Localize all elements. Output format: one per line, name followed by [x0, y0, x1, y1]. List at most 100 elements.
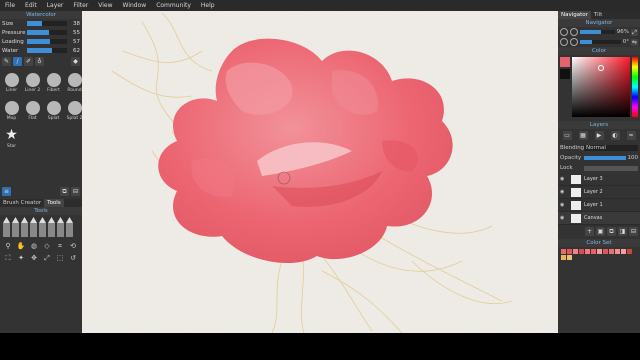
- color-swatch[interactable]: [579, 249, 584, 254]
- tab-tilt[interactable]: Tilt: [591, 11, 605, 19]
- pencil-tool-6[interactable]: [48, 217, 55, 237]
- eye-icon[interactable]: ◉: [560, 202, 568, 208]
- layer-collapse-icon[interactable]: ⊟: [629, 227, 638, 236]
- layer-mask-icon[interactable]: ◨: [618, 227, 627, 236]
- smudge-tool-icon[interactable]: ✋: [15, 241, 27, 252]
- saturation-value-square[interactable]: [572, 57, 630, 117]
- brush-preset-flat[interactable]: Flat: [23, 99, 42, 125]
- dropper-tool-icon[interactable]: ⚲: [2, 241, 14, 252]
- menu-edit[interactable]: Edit: [20, 2, 42, 9]
- layer-style-icon[interactable]: ▣: [596, 227, 605, 236]
- hue-slider[interactable]: [632, 57, 638, 117]
- rotate-right-icon[interactable]: [570, 38, 578, 46]
- color-picker-handle[interactable]: [598, 65, 604, 71]
- brush-settings-icon[interactable]: ≡: [2, 187, 11, 196]
- undo-tool-icon[interactable]: ↺: [67, 253, 79, 264]
- layer-effect-icon[interactable]: ◐: [610, 131, 620, 140]
- color-swatch[interactable]: [591, 249, 596, 254]
- collapse-icon[interactable]: ⊟: [71, 187, 80, 196]
- crop-tool-icon[interactable]: ⌗: [54, 241, 66, 252]
- pencil-tool-1[interactable]: [3, 217, 10, 237]
- menu-filter[interactable]: Filter: [68, 2, 93, 9]
- pencil-tool-4[interactable]: [30, 217, 37, 237]
- param-slider[interactable]: [27, 39, 67, 44]
- duplicate-icon[interactable]: ⧉: [60, 187, 69, 196]
- layer-play-icon[interactable]: ▶: [594, 131, 604, 140]
- blending-select[interactable]: Normal: [584, 145, 638, 151]
- brush-preset-fibert[interactable]: Fibert: [44, 71, 63, 97]
- brush-preset-star[interactable]: ★ Star: [2, 127, 21, 153]
- layer-row[interactable]: ◉ Layer 1: [558, 199, 640, 212]
- brush-preset-splat[interactable]: Splat: [44, 99, 63, 125]
- color-swatch[interactable]: [609, 249, 614, 254]
- dropper-icon[interactable]: ♁: [35, 57, 44, 66]
- rotate-tool-icon[interactable]: ⟲: [67, 241, 79, 252]
- flip-icon[interactable]: ⇋: [631, 38, 638, 46]
- layer-folder-icon[interactable]: ▦: [578, 131, 588, 140]
- fill-tool-icon[interactable]: ⛶: [2, 253, 14, 264]
- blur-tool-icon[interactable]: ◍: [28, 241, 40, 252]
- layer-row[interactable]: ◉ Canvas: [558, 212, 640, 225]
- zoom-out-icon[interactable]: [560, 28, 568, 36]
- menu-view[interactable]: View: [93, 2, 117, 9]
- menu-help[interactable]: Help: [196, 2, 220, 9]
- color-swatch[interactable]: [615, 249, 620, 254]
- color-swatch[interactable]: [567, 249, 572, 254]
- color-swatch[interactable]: [603, 249, 608, 254]
- pattern-tool-icon[interactable]: ◇: [41, 241, 53, 252]
- color-swatch[interactable]: [621, 249, 626, 254]
- color-swatch[interactable]: [573, 249, 578, 254]
- opacity-slider[interactable]: [584, 156, 626, 160]
- param-slider[interactable]: [27, 48, 67, 53]
- add-layer-icon[interactable]: +: [585, 227, 594, 236]
- layer-row[interactable]: ◉ Layer 3: [558, 173, 640, 186]
- new-layer-icon[interactable]: ▭: [562, 131, 572, 140]
- drawing-canvas[interactable]: [82, 11, 558, 333]
- pencil-tool-8[interactable]: [66, 217, 73, 237]
- menu-layer[interactable]: Layer: [42, 2, 69, 9]
- eraser-icon[interactable]: ◆: [71, 57, 80, 66]
- brush-icon[interactable]: /: [13, 57, 22, 66]
- rotate-left-icon[interactable]: [560, 38, 568, 46]
- pencil-tool-2[interactable]: [12, 217, 19, 237]
- param-slider[interactable]: [27, 30, 67, 35]
- menu-window[interactable]: Window: [118, 2, 152, 9]
- color-swatch[interactable]: [585, 249, 590, 254]
- eye-icon[interactable]: ◉: [560, 215, 568, 221]
- fit-icon[interactable]: ⤢: [631, 28, 638, 36]
- color-swatch[interactable]: [567, 255, 572, 260]
- eye-icon[interactable]: ◉: [560, 189, 568, 195]
- pencil-tool-7[interactable]: [57, 217, 64, 237]
- move-tool-icon[interactable]: ✥: [28, 253, 40, 264]
- menu-community[interactable]: Community: [151, 2, 196, 9]
- zoom-slider[interactable]: [580, 30, 615, 34]
- color-swatch[interactable]: [561, 255, 566, 260]
- pencil-tool-3[interactable]: [21, 217, 28, 237]
- tab-navigator[interactable]: Navigator: [558, 11, 591, 19]
- color-swatch[interactable]: [561, 249, 566, 254]
- transform-tool-icon[interactable]: ⤢: [41, 253, 53, 264]
- color-swatch[interactable]: [627, 249, 632, 254]
- primary-color-swatch[interactable]: [560, 57, 570, 67]
- brush-preset-liner-2[interactable]: Liner 2: [23, 71, 42, 97]
- tab-brush-creator[interactable]: Brush Creator: [0, 199, 44, 207]
- zoom-in-icon[interactable]: [570, 28, 578, 36]
- brush-preset-liner[interactable]: Liner: [2, 71, 21, 97]
- eye-icon[interactable]: ◉: [560, 176, 568, 182]
- wand-tool-icon[interactable]: ✦: [15, 253, 27, 264]
- lock-options[interactable]: [584, 165, 638, 171]
- pencil-tool-5[interactable]: [39, 217, 46, 237]
- rotate-slider[interactable]: [580, 40, 621, 44]
- menu-file[interactable]: File: [0, 2, 20, 9]
- pen-icon[interactable]: ✐: [24, 57, 33, 66]
- color-swatch[interactable]: [597, 249, 602, 254]
- layer-row[interactable]: ◉ Layer 2: [558, 186, 640, 199]
- select-tool-icon[interactable]: ⬚: [54, 253, 66, 264]
- layer-copy-icon[interactable]: ⧉: [607, 227, 616, 236]
- param-slider[interactable]: [27, 21, 67, 26]
- secondary-color-swatch[interactable]: [560, 69, 570, 79]
- tab-tools[interactable]: Tools: [44, 199, 64, 207]
- brush-preset-mop[interactable]: Mop: [2, 99, 21, 125]
- layer-text-icon[interactable]: ≈: [626, 131, 636, 140]
- pencil-icon[interactable]: ✎: [2, 57, 11, 66]
